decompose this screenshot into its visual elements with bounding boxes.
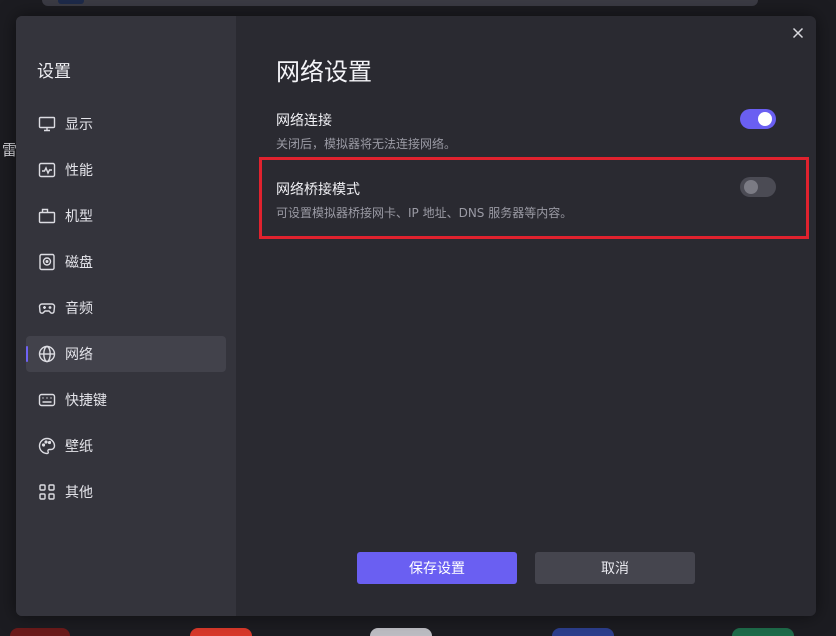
setting-title: 网络桥接模式: [276, 182, 360, 198]
sidebar-item-label: 显示: [65, 117, 93, 133]
keyboard-icon: [38, 391, 56, 409]
settings-sidebar: 设置 显示 性能 机型 磁盘 音频 网络 快捷键 壁纸 其他: [16, 16, 236, 616]
sidebar-item-disk[interactable]: 磁盘: [26, 244, 226, 280]
background-window-edge: [42, 0, 758, 6]
palette-icon: [38, 437, 56, 455]
background-app-label: 雷: [2, 141, 18, 159]
setting-title: 网络连接: [276, 113, 332, 129]
sidebar-item-display[interactable]: 显示: [26, 106, 226, 142]
settings-dialog: 设置 显示 性能 机型 磁盘 音频 网络 快捷键 壁纸 其他 网络设置 网络连接…: [16, 16, 816, 616]
sidebar-item-label: 性能: [65, 163, 93, 179]
sidebar-item-label: 网络: [65, 347, 93, 363]
setting-description: 关闭后，模拟器将无法连接网络。: [276, 137, 457, 151]
activity-icon: [38, 161, 56, 179]
cancel-button[interactable]: 取消: [535, 552, 695, 584]
close-button[interactable]: [790, 25, 806, 41]
page-title: 网络设置: [276, 58, 372, 86]
grid-icon: [38, 483, 56, 501]
device-icon: [38, 207, 56, 225]
toggle-knob: [744, 180, 758, 194]
background-app-icon: [58, 0, 84, 4]
save-settings-button[interactable]: 保存设置: [357, 552, 517, 584]
sidebar-item-audio[interactable]: 音频: [26, 290, 226, 326]
sidebar-item-shortcuts[interactable]: 快捷键: [26, 382, 226, 418]
sidebar-item-performance[interactable]: 性能: [26, 152, 226, 188]
sidebar-item-model[interactable]: 机型: [26, 198, 226, 234]
background-dock-icon: [552, 628, 614, 636]
network-connection-setting: 网络连接 关闭后，模拟器将无法连接网络。: [276, 110, 776, 152]
sidebar-item-other[interactable]: 其他: [26, 474, 226, 510]
monitor-icon: [38, 115, 56, 133]
setting-description: 可设置模拟器桥接网卡、IP 地址、DNS 服务器等内容。: [276, 206, 573, 220]
globe-icon: [38, 345, 56, 363]
toggle-knob: [758, 112, 772, 126]
background-dock-icon: [190, 628, 252, 636]
disk-icon: [38, 253, 56, 271]
sidebar-item-label: 壁纸: [65, 439, 93, 455]
sidebar-item-network[interactable]: 网络: [26, 336, 226, 372]
sidebar-item-label: 磁盘: [65, 255, 93, 271]
gamepad-icon: [38, 299, 56, 317]
background-dock-icon: [10, 628, 70, 636]
background-dock-icon: [370, 628, 432, 636]
network-bridge-toggle[interactable]: [740, 177, 776, 197]
sidebar-item-label: 快捷键: [65, 393, 107, 409]
sidebar-item-label: 其他: [65, 485, 93, 501]
sidebar-item-wallpaper[interactable]: 壁纸: [26, 428, 226, 464]
network-bridge-setting: 网络桥接模式 可设置模拟器桥接网卡、IP 地址、DNS 服务器等内容。: [276, 179, 776, 221]
sidebar-item-label: 机型: [65, 209, 93, 225]
network-connection-toggle[interactable]: [740, 109, 776, 129]
sidebar-item-label: 音频: [65, 301, 93, 317]
sidebar-title: 设置: [37, 62, 71, 82]
background-dock-icon: [732, 628, 794, 636]
close-icon: [792, 27, 804, 39]
